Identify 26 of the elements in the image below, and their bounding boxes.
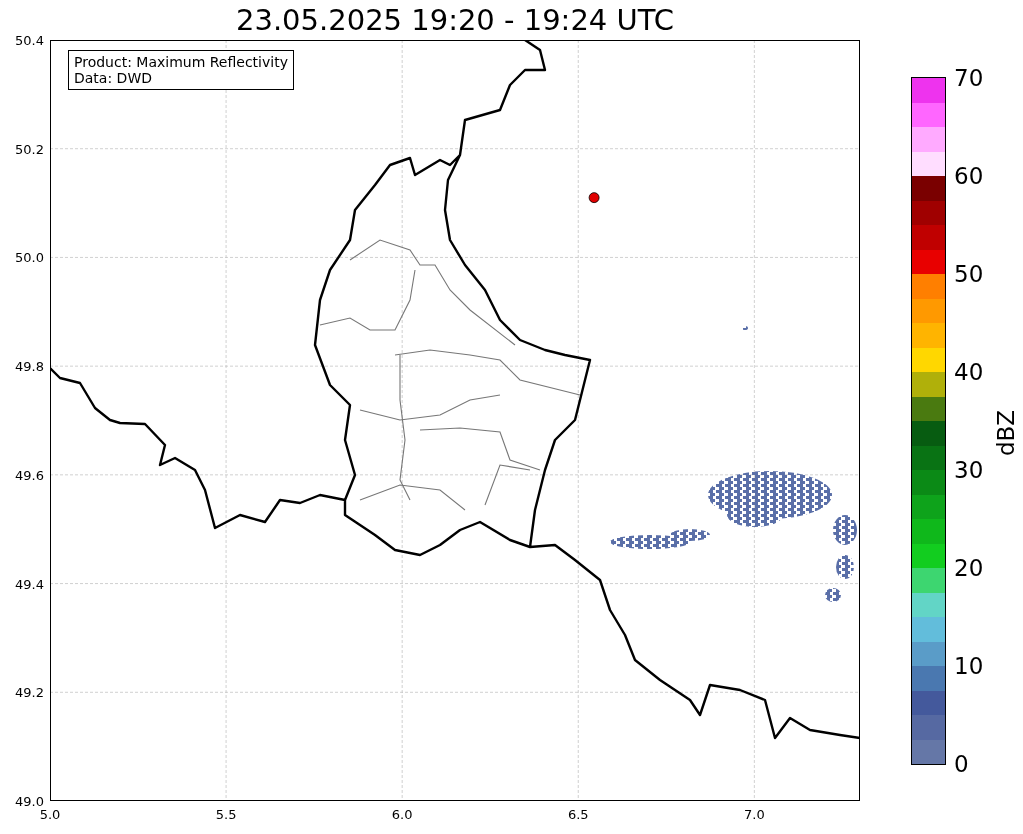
colorbar-tick-label: 40	[954, 359, 984, 385]
info-text: Product: Maximum Reflectivity	[74, 54, 288, 70]
location-marker	[588, 192, 600, 204]
x-tick-label: 7.0	[744, 807, 765, 822]
y-tick-label: 50.0	[15, 249, 44, 265]
colorbar-tick-label: 20	[954, 555, 984, 581]
y-tick-label: 49.2	[15, 684, 44, 700]
colorbar-tick-label: 10	[954, 653, 984, 679]
y-tick-label: 50.4	[15, 32, 44, 48]
y-tick-label: 49.8	[15, 358, 44, 374]
y-tick-label: 49.4	[15, 576, 44, 592]
y-tick-label: 49.6	[15, 467, 44, 483]
colorbar-tick-label: 0	[954, 751, 969, 777]
colorbar-tick-label: 70	[954, 65, 984, 91]
y-tick-label: 50.2	[15, 141, 44, 157]
x-tick-label: 6.0	[391, 807, 413, 822]
y-tick-label: 49.0	[15, 793, 44, 809]
colorbar-tick-label: 30	[954, 457, 984, 483]
chart-title: 23.05.2025 19:20 - 19:24 UTC	[236, 3, 674, 37]
info-text: Data: DWD	[74, 70, 153, 86]
x-tick-label: 6.5	[567, 807, 589, 822]
x-tick-label: 5.0	[39, 807, 61, 822]
colorbar-tick-label: 50	[954, 261, 984, 287]
x-tick-label: 5.5	[215, 807, 237, 822]
colorbar-label: dBZ	[993, 409, 1020, 457]
colorbar-tick-label: 60	[954, 163, 984, 189]
